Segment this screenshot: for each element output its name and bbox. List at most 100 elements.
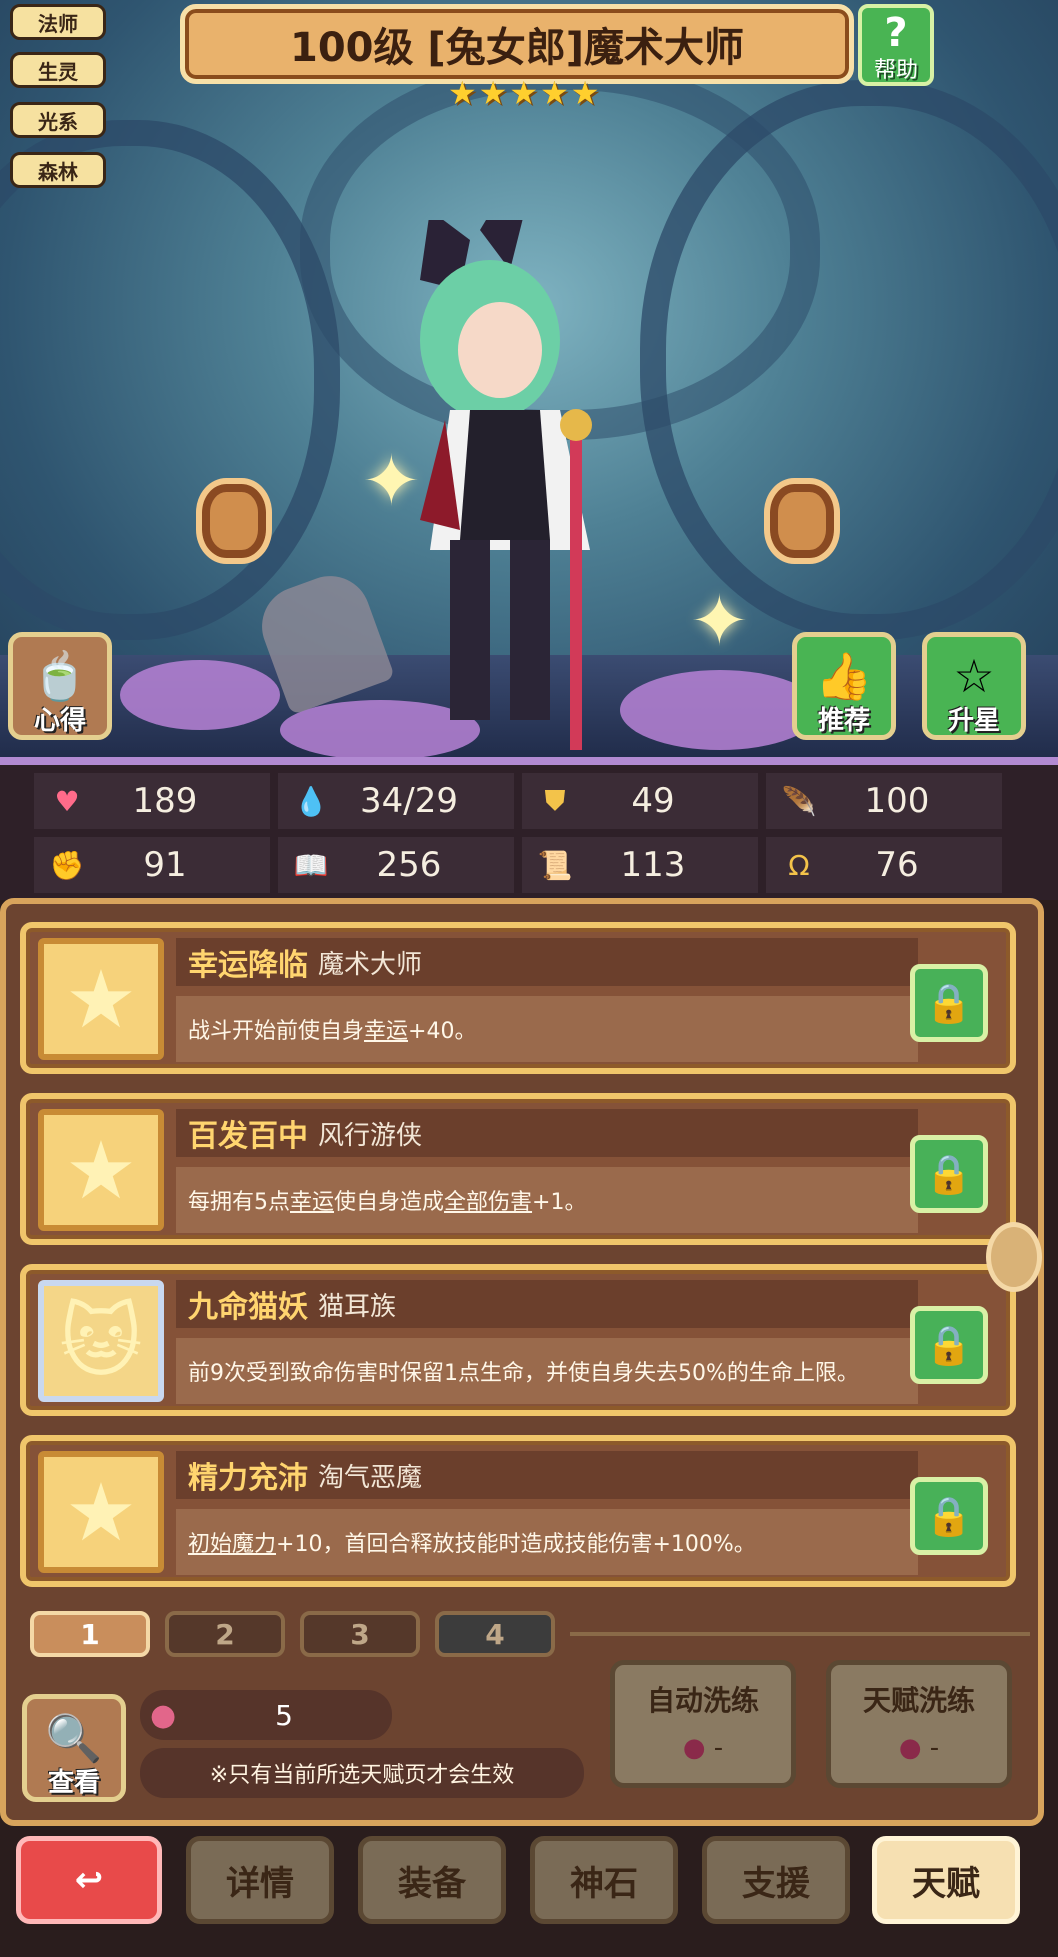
- lock-button[interactable]: 🔒: [910, 1306, 988, 1384]
- nav-god-stone[interactable]: 神石: [530, 1836, 678, 1924]
- desc-text: 战斗开始前使自身: [188, 1019, 365, 1044]
- keyword-link[interactable]: 初始魔力: [188, 1526, 276, 1558]
- star-icon: ★: [540, 74, 569, 112]
- lock-button[interactable]: 🔒: [910, 1477, 988, 1555]
- auto-wash-cost: ● -: [615, 1733, 791, 1763]
- lock-button[interactable]: 🔒: [910, 964, 988, 1042]
- upgrade-star-button[interactable]: ☆ 升星: [922, 632, 1026, 740]
- stat-value: 113: [620, 845, 686, 885]
- coin-icon: [764, 478, 840, 564]
- race-tag[interactable]: 生灵: [10, 52, 106, 88]
- stat-resistance: 📜 113: [522, 837, 758, 893]
- talent-page-tab-2[interactable]: 2: [165, 1611, 285, 1657]
- help-label: 帮助: [873, 58, 918, 83]
- view-label: 查看: [47, 1768, 100, 1798]
- star-icon: ★: [38, 1109, 164, 1231]
- talent-wash-button[interactable]: 天赋洗练 ● -: [826, 1660, 1012, 1788]
- back-button[interactable]: ↩: [16, 1836, 162, 1924]
- nav-support[interactable]: 支援: [702, 1836, 850, 1924]
- talent-card[interactable]: 🐱 九命猫妖 猫耳族 前9次受到致命伤害时保留1点生命，并使自身失去50%的生命…: [20, 1264, 1016, 1416]
- star-icon: ★: [448, 74, 477, 112]
- insight-button[interactable]: 🍵 心得: [8, 632, 112, 740]
- stat-value: 189: [132, 781, 198, 821]
- character-scene: ✦ ✦: [0, 0, 1058, 765]
- scroll-handle[interactable]: [986, 1222, 1042, 1292]
- talent-race: 风行游侠: [318, 1120, 423, 1151]
- element-tag[interactable]: 光系: [10, 102, 106, 138]
- help-button[interactable]: ? 帮助: [858, 4, 934, 86]
- desc-text: +40。: [408, 1019, 477, 1044]
- keyword-link[interactable]: 幸运: [364, 1013, 408, 1045]
- talent-header: 幸运降临 魔术大师: [176, 938, 918, 986]
- stat-value: 76: [875, 845, 919, 885]
- talent-page-tab-3[interactable]: 3: [300, 1611, 420, 1657]
- stat-attack: ✊ 91: [34, 837, 270, 893]
- heart-icon: ♥: [54, 784, 80, 818]
- talent-wash-label: 天赋洗练: [862, 1684, 975, 1717]
- stat-value: 34/29: [360, 781, 458, 821]
- talent-header: 精力充沛 淘气恶魔: [176, 1451, 918, 1499]
- wing-icon: 🪶: [781, 784, 817, 818]
- auto-wash-button[interactable]: 自动洗练 ● -: [610, 1660, 796, 1788]
- character-title: 100级 [兔女郎]魔术大师: [180, 4, 854, 84]
- desc-text: 使自身造成: [334, 1190, 445, 1215]
- fruit-icon: ●: [150, 1697, 177, 1733]
- talent-name: 百发百中: [188, 1119, 308, 1154]
- view-button[interactable]: 🔍 查看: [22, 1694, 126, 1802]
- talent-race: 淘气恶魔: [318, 1462, 423, 1493]
- talent-description: 初始魔力 +10，首回合释放技能时造成技能伤害+100%。: [176, 1509, 918, 1575]
- talent-card[interactable]: ★ 幸运降临 魔术大师 战斗开始前使自身 幸运 +40。 🔒: [20, 922, 1016, 1074]
- talent-card[interactable]: ★ 精力充沛 淘气恶魔 初始魔力 +10，首回合释放技能时造成技能伤害+100%。…: [20, 1435, 1016, 1587]
- talent-race: 猫耳族: [318, 1291, 397, 1322]
- fruit-count: 5: [275, 1698, 293, 1732]
- desc-text: 每拥有5点: [188, 1190, 290, 1215]
- scroll-icon: 📜: [537, 848, 573, 882]
- stat-luck: Ω 76: [766, 837, 1002, 893]
- talent-name: 幸运降临: [188, 948, 308, 983]
- class-tag[interactable]: 法师: [10, 4, 106, 40]
- shield-icon: ⛊: [544, 784, 566, 817]
- talent-card[interactable]: ★ 百发百中 风行游侠 每拥有5点 幸运 使自身造成 全部伤害 +1。 🔒: [20, 1093, 1016, 1245]
- stat-value: 49: [631, 781, 675, 821]
- nav-details[interactable]: 详情: [186, 1836, 334, 1924]
- lock-button[interactable]: 🔒: [910, 1135, 988, 1213]
- recommend-button[interactable]: 👍 推荐: [792, 632, 896, 740]
- lock-icon: 🔒: [925, 1151, 973, 1196]
- fruit-icon: ●: [682, 1733, 706, 1763]
- sparkle-icon: ✦: [690, 580, 749, 662]
- star-icon: ★: [478, 74, 508, 112]
- nav-talent[interactable]: 天赋: [872, 1836, 1020, 1924]
- upgrade-star-label: 升星: [947, 706, 1000, 736]
- star-icon: ★: [509, 74, 539, 112]
- lock-icon: 🔒: [925, 1493, 973, 1538]
- talent-header: 百发百中 风行游侠: [176, 1109, 918, 1157]
- talent-description: 战斗开始前使自身 幸运 +40。: [176, 996, 918, 1062]
- mana-drop-icon: 💧: [293, 784, 329, 818]
- nav-equipment[interactable]: 装备: [358, 1836, 506, 1924]
- stat-value: 100: [864, 781, 930, 821]
- talent-page-tab-4[interactable]: 4: [435, 1611, 555, 1657]
- fruit-icon: ●: [898, 1733, 922, 1763]
- horseshoe-icon: Ω: [788, 848, 810, 882]
- talent-header: 九命猫妖 猫耳族: [176, 1280, 918, 1328]
- talent-description: 前9次受到致命伤害时保留1点生命，并使自身失去50%的生命上限。: [176, 1338, 918, 1404]
- desc-text: 前9次受到致命伤害时保留1点生命，并使自身失去50%的生命上限。: [188, 1361, 859, 1386]
- fruit-counter: ● 5: [140, 1690, 392, 1740]
- stat-hp: ♥ 189: [34, 773, 270, 829]
- stat-defense: ⛊ 49: [522, 773, 758, 829]
- keyword-link[interactable]: 全部伤害: [444, 1184, 532, 1216]
- keyword-link[interactable]: 幸运: [290, 1184, 334, 1216]
- star-icon: ★: [570, 74, 600, 112]
- coin-icon: [196, 478, 272, 564]
- lock-icon: 🔒: [925, 1322, 973, 1367]
- stat-speed: 🪶 100: [766, 773, 1002, 829]
- star-icon: ★: [38, 1451, 164, 1573]
- stat-magic: 📖 256: [278, 837, 514, 893]
- cat-icon: 🐱: [38, 1280, 164, 1402]
- talent-page-tab-1[interactable]: 1: [30, 1611, 150, 1657]
- bunny-magician-character: [420, 220, 592, 750]
- terrain-tag[interactable]: 森林: [10, 152, 106, 188]
- flower-bush: [120, 660, 280, 730]
- talent-name: 精力充沛: [188, 1461, 308, 1496]
- cost-value: -: [929, 1733, 940, 1763]
